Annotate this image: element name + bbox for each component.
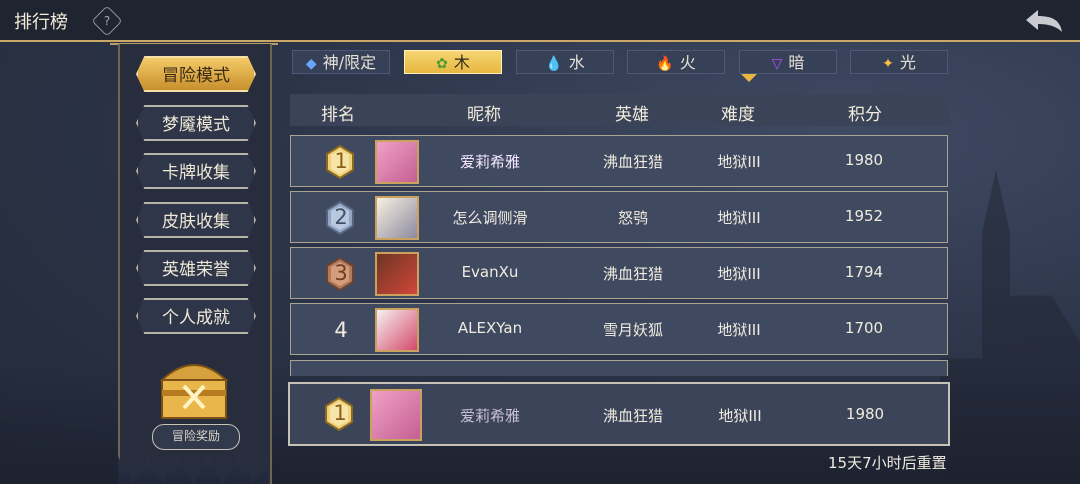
hero-name: 怒鸮 [617, 209, 649, 227]
help-icon[interactable]: ? [91, 5, 123, 37]
nickname: 怎么调侧滑 [452, 209, 528, 227]
tab-light[interactable]: ✦ 光 [850, 50, 948, 74]
tab-wood[interactable]: ✿ 木 [404, 50, 502, 74]
fire-icon: 🔥 [656, 56, 674, 72]
score: 1952 [844, 207, 884, 225]
table-row[interactable]: 3 EvanXu 沸血狂猎 地狱III 1794 [290, 247, 948, 299]
score: 1980 [844, 151, 884, 169]
rank-number: 1 [334, 149, 348, 173]
header-difficulty: 难度 [721, 105, 755, 125]
hero-name: 沸血狂猎 [602, 265, 664, 283]
water-drop-icon: 💧 [545, 56, 563, 72]
sidebar-item-adventure-mode[interactable]: 冒险模式 [136, 56, 256, 92]
score: 1700 [844, 319, 884, 337]
avatar[interactable] [375, 252, 419, 296]
nickname: ALEXYan [457, 319, 523, 337]
rank-number: 2 [334, 205, 348, 229]
hero-name: 雪月妖狐 [602, 321, 664, 339]
reset-countdown: 15天7小时后重置 [828, 454, 947, 472]
score: 1980 [845, 405, 885, 423]
avatar[interactable] [375, 308, 419, 352]
light-star-icon: ✦ [882, 56, 894, 72]
table-row[interactable]: 1 爱莉希雅 沸血狂猎 地狱III 1980 [290, 135, 948, 187]
treasure-chest-icon[interactable] [154, 346, 234, 426]
leaf-icon: ✿ [436, 56, 448, 72]
top-bar: 排行榜 ? [0, 0, 1080, 42]
nickname: 爱莉希雅 [459, 153, 521, 171]
element-tabs: ◆ 神/限定 ✿ 木 💧 水 🔥 火 ▽ 暗 ✦ 光 [292, 50, 950, 82]
difficulty: 地狱III [717, 321, 761, 339]
table-row[interactable]: 2 怎么调侧滑 怒鸮 地狱III 1952 [290, 191, 948, 243]
rank-number: 1 [333, 401, 347, 425]
avatar[interactable] [375, 140, 419, 184]
adventure-reward-label: 冒险奖励 [152, 424, 240, 450]
nickname: 爱莉希雅 [459, 407, 521, 425]
score: 1794 [844, 263, 884, 281]
active-tab-indicator [741, 74, 757, 82]
rank-number: 3 [334, 261, 348, 285]
avatar[interactable] [370, 389, 422, 441]
difficulty: 地狱III [717, 153, 761, 171]
table-header: 排名 昵称 英雄 难度 积分 [290, 94, 950, 126]
tab-divine-limited[interactable]: ◆ 神/限定 [292, 50, 390, 74]
my-rank-row[interactable]: 1 爱莉希雅 沸血狂猎 地狱III 1980 [288, 382, 950, 446]
tab-fire[interactable]: 🔥 火 [627, 50, 725, 74]
table-row-partial [290, 360, 948, 376]
help-icon-glyph: ? [103, 14, 111, 28]
hero-name: 沸血狂猎 [602, 153, 664, 171]
header-nickname: 昵称 [467, 105, 501, 125]
hero-name: 沸血狂猎 [602, 407, 664, 425]
difficulty: 地狱III [717, 209, 761, 227]
dark-triangle-icon: ▽ [771, 56, 783, 72]
sidebar-item-card-collection[interactable]: 卡牌收集 [136, 153, 256, 189]
tab-water[interactable]: 💧 水 [516, 50, 614, 74]
table-row[interactable]: 4 ALEXYan 雪月妖狐 地狱III 1700 [290, 303, 948, 355]
header-rank: 排名 [321, 105, 355, 125]
sidebar-item-skin-collection[interactable]: 皮肤收集 [136, 202, 256, 238]
diamond-icon: ◆ [305, 56, 317, 72]
tab-dark[interactable]: ▽ 暗 [739, 50, 837, 74]
sidebar-item-hero-honor[interactable]: 英雄荣誉 [136, 250, 256, 286]
back-arrow-icon[interactable] [1024, 6, 1064, 34]
sidebar-item-nightmare-mode[interactable]: 梦魇模式 [136, 105, 256, 141]
difficulty: 地狱III [717, 265, 761, 283]
rank-number: 4 [334, 318, 348, 342]
nickname: EvanXu [461, 263, 519, 281]
header-score: 积分 [848, 105, 882, 125]
page-title: 排行榜 [14, 12, 68, 33]
sidebar-item-personal-achievements[interactable]: 个人成就 [136, 298, 256, 334]
header-hero: 英雄 [615, 105, 649, 125]
difficulty: 地狱III [718, 407, 762, 425]
avatar[interactable] [375, 196, 419, 240]
